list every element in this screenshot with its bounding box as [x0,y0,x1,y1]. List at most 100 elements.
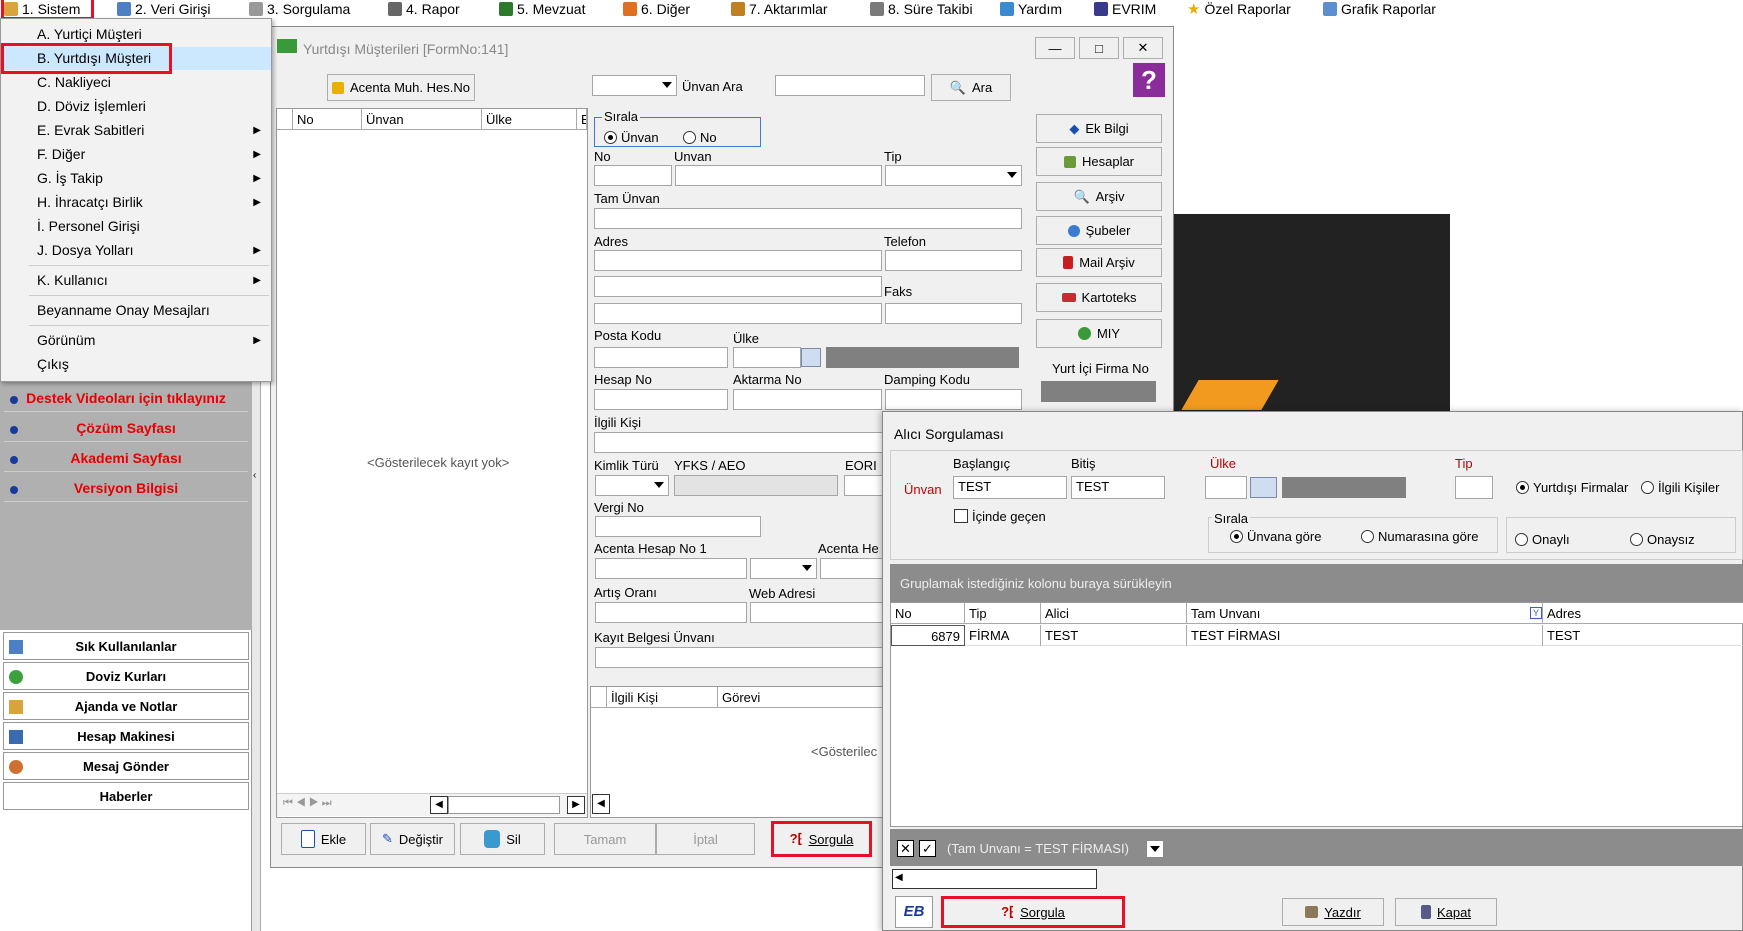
scroll-left-icon[interactable]: ◀ [430,796,448,814]
radio-numarasina-gore[interactable]: Numarasına göre [1361,529,1478,544]
menu-item-diger[interactable]: F. Diğer ▶ [1,143,271,166]
menu-sistem[interactable]: 1. Sistem [4,0,92,18]
kimlik-turu-combo[interactable] [595,475,669,496]
ilgili-kisi-input[interactable] [594,432,884,453]
scroll-right-icon[interactable]: ▶ [567,796,585,814]
mail-arsiv-button[interactable]: Mail Arşiv [1036,248,1162,277]
adres-input-2[interactable] [594,276,882,297]
sirala-radio-unvan[interactable]: Ünvan [604,130,659,145]
tip-query-input[interactable] [1455,476,1493,499]
close-button[interactable]: ✕ [1123,37,1163,59]
radio-onaysiz[interactable]: Onaysız [1630,532,1695,547]
acenta-muh-hes-button[interactable]: Acenta Muh. Hes.No [327,74,475,101]
menu-item-nakliyeci[interactable]: C. Nakliyeci [1,71,271,94]
sidebar-link-destek[interactable]: Destek Videoları için tıklayınız [4,385,248,412]
tam-unvan-input[interactable] [594,208,1022,229]
sidebar-btn-mesaj-gonder[interactable]: Mesaj Gönder [3,752,249,780]
hesap-no-input[interactable] [594,389,728,410]
menu-grafik-raporlar[interactable]: Grafik Raporlar [1323,0,1436,18]
degistir-button[interactable]: ✎ Değiştir [370,823,455,855]
adres-input-1[interactable] [594,250,882,271]
eori-input[interactable] [844,475,884,496]
sirala-radio-no[interactable]: No [683,130,717,145]
damping-kodu-input[interactable] [885,389,1022,410]
tamam-button[interactable]: Tamam [554,823,656,855]
maximize-button[interactable]: □ [1079,37,1119,59]
telefon-input[interactable] [885,250,1022,271]
search-input[interactable] [775,75,925,96]
search-button[interactable]: 🔍 Ara [931,74,1011,101]
hesaplar-button[interactable]: Hesaplar [1036,147,1162,176]
artis-orani-input[interactable] [595,602,747,623]
col-ilgili-kisi[interactable]: İlgili Kişi [607,687,718,708]
minimize-button[interactable]: — [1035,37,1075,59]
ulke-input[interactable] [733,347,801,368]
menu-aktarimlar[interactable]: 7. Aktarımlar [731,0,828,18]
enable-filter-checkbox[interactable]: ✓ [919,840,936,857]
sidebar-btn-doviz-kurlari[interactable]: Doviz Kurları [3,662,249,690]
h-scrollbar[interactable] [448,796,560,814]
kartoteks-button[interactable]: Kartoteks [1036,283,1162,312]
web-adresi-input[interactable] [750,602,884,623]
sidebar-link-versiyon[interactable]: Versiyon Bilgisi [4,475,248,502]
filter-dropdown-icon[interactable] [1146,840,1164,858]
col-q-adres[interactable]: Adres [1543,603,1743,624]
col-no[interactable]: No [293,109,362,130]
menu-item-kullanici[interactable]: K. Kullanıcı ▶ [1,269,271,292]
radio-yurtdisi-firmalar[interactable]: Yurtdışı Firmalar [1516,480,1628,495]
kapat-button[interactable]: Kapat [1395,898,1497,926]
sil-button[interactable]: Sil [460,823,545,855]
sidebar-btn-sik-kullanilanlar[interactable]: Sık Kullanılanlar [3,632,249,660]
yazdir-button[interactable]: Yazdır [1282,898,1384,926]
ulke-lookup-icon[interactable] [801,348,821,367]
query-h-scrollbar[interactable]: ◀ [892,869,1097,889]
acenta-combo[interactable] [750,558,817,579]
clear-filter-icon[interactable]: ✕ [897,840,914,857]
menu-item-dosya-yollari[interactable]: J. Dosya Yolları ▶ [1,239,271,262]
filter-icon[interactable]: Y [1530,607,1542,619]
aktarma-no-input[interactable] [733,389,882,410]
iptal-button[interactable]: İptal [656,823,755,855]
acenta-hesap-no-2-input[interactable] [820,558,884,579]
faks-input[interactable] [885,303,1022,324]
menu-item-doviz-islemleri[interactable]: D. Döviz İşlemleri [1,95,271,118]
arsiv-button[interactable]: 🔍 Arşiv [1036,182,1162,211]
no-input[interactable] [594,165,672,186]
col-ulke[interactable]: Ülke [482,109,577,130]
menu-item-personel-girisi[interactable]: İ. Personel Girişi [1,215,271,238]
kayit-belgesi-input[interactable] [595,647,884,668]
help-question-icon[interactable]: ? [1133,63,1165,97]
menu-evrim[interactable]: EVRIM [1094,0,1156,18]
menu-ozel-raporlar[interactable]: ★ Özel Raporlar [1187,0,1291,18]
sidebar-btn-haberler[interactable]: Haberler [3,782,249,810]
menu-yardim[interactable]: Yardım [1000,0,1062,18]
tip-combo[interactable] [885,165,1022,186]
group-by-panel[interactable]: Gruplamak istediğiniz kolonu buraya sürü… [890,564,1743,602]
sidebar-btn-hesap-makinesi[interactable]: Hesap Makinesi [3,722,249,750]
baslangic-input[interactable]: TEST [953,476,1067,499]
subeler-button[interactable]: Şubeler [1036,216,1162,245]
query-sorgula-button[interactable]: ?⁅ Sorgula [943,898,1123,926]
sidebar-link-akademi[interactable]: Akademi Sayfası [4,445,248,472]
col-q-no[interactable]: No [891,603,965,624]
miy-button[interactable]: MIY [1036,319,1162,348]
icinde-gecen-checkbox[interactable]: İçinde geçen [954,509,1046,524]
contact-scroll-left-icon[interactable]: ◀ [592,794,610,814]
col-q-alici[interactable]: Alici [1041,603,1187,624]
menu-veri-girisi[interactable]: 2. Veri Girişi [117,0,210,18]
col-ekle[interactable]: Ekle [577,109,587,130]
collapse-arrow-icon[interactable]: ‹ [253,470,256,481]
menu-item-beyanname-onay[interactable]: Beyanname Onay Mesajları [1,299,271,322]
menu-item-ihracatci-birlik[interactable]: H. İhracatçı Birlik ▶ [1,191,271,214]
unvan-input[interactable] [675,165,882,186]
menu-item-yurtdisi-musteri[interactable]: B. Yurtdışı Müşteri [1,47,271,70]
menu-item-gorunum[interactable]: Görünüm ▶ [1,329,271,352]
menu-diger[interactable]: 6. Diğer [623,0,690,18]
search-type-combo[interactable] [592,75,677,96]
adres-input-3[interactable] [594,303,882,324]
col-gorevi[interactable]: Görevi [718,687,883,708]
menu-item-evrak-sabitleri[interactable]: E. Evrak Sabitleri ▶ [1,119,271,142]
query-scroll-left-icon[interactable]: ◀ [895,872,903,883]
sidebar-link-cozum[interactable]: Çözüm Sayfası [4,415,248,442]
bitis-input[interactable]: TEST [1071,476,1165,499]
